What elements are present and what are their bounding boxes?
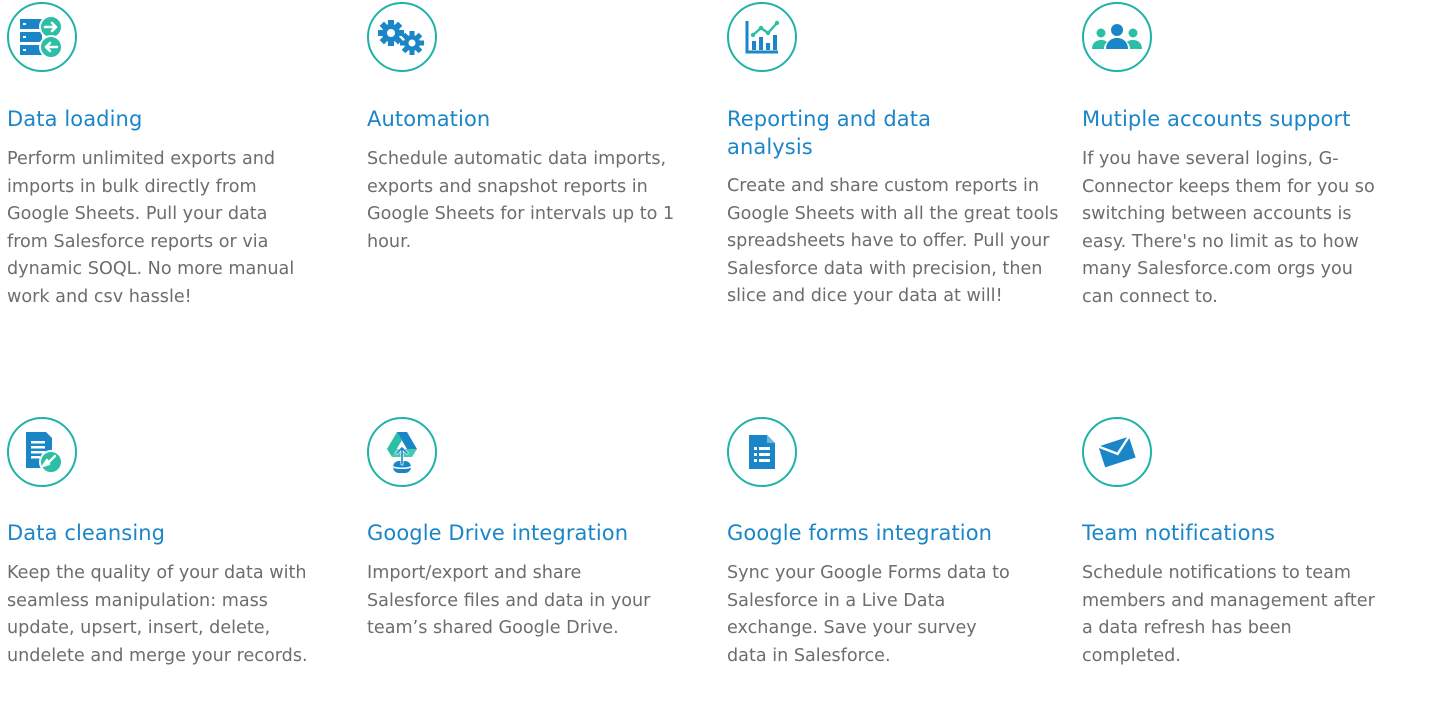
features-grid: Data loading Perform unlimited exports a…	[0, 0, 1430, 705]
data-transfer-icon	[7, 2, 77, 72]
feature-reporting: Reporting and data analysis Create and s…	[727, 2, 1058, 382]
feature-multiple-accounts: Mutiple accounts support If you have sev…	[1082, 2, 1412, 362]
gears-icon	[367, 2, 437, 72]
google-forms-icon	[727, 417, 797, 487]
feature-title: Google Drive integration	[367, 521, 629, 545]
feature-data-loading: Data loading Perform unlimited exports a…	[7, 2, 337, 362]
feature-title: Data loading	[7, 107, 143, 131]
feature-google-forms: Google forms integration Sync your Googl…	[727, 417, 1057, 705]
feature-title: Mutiple accounts support	[1082, 107, 1351, 131]
feature-title: Team notifications	[1082, 521, 1276, 545]
feature-google-drive: Google Drive integration Import/export a…	[367, 417, 697, 705]
feature-automation: Automation Schedule automatic data impor…	[367, 2, 697, 362]
feature-title: Reporting and data analysis	[727, 107, 932, 159]
feature-title: Google forms integration	[727, 521, 993, 545]
envelope-icon	[1082, 417, 1152, 487]
feature-data-cleansing: Data cleansing Keep the quality of your …	[7, 417, 337, 705]
feature-description: Sync your Google Forms data to Salesforc…	[727, 563, 1010, 666]
feature-description: Create and share custom reports in Googl…	[727, 176, 1059, 306]
chart-icon	[727, 2, 797, 72]
feature-description: Schedule notifications to team members a…	[1082, 563, 1375, 666]
feature-title: Data cleansing	[7, 521, 166, 545]
feature-description: Schedule automatic data imports, exports…	[367, 149, 675, 252]
document-clean-icon	[7, 417, 77, 487]
feature-description: Import/export and share Salesforce files…	[367, 563, 651, 638]
users-icon	[1082, 2, 1152, 72]
feature-description: Keep the quality of your data with seaml…	[7, 563, 308, 666]
feature-description: Perform unlimited exports and imports in…	[7, 149, 295, 307]
feature-team-notifications: Team notifications Schedule notification…	[1082, 417, 1412, 705]
google-drive-icon	[367, 417, 437, 487]
feature-title: Automation	[367, 107, 491, 131]
feature-description: If you have several logins, G-Connector …	[1082, 149, 1375, 307]
